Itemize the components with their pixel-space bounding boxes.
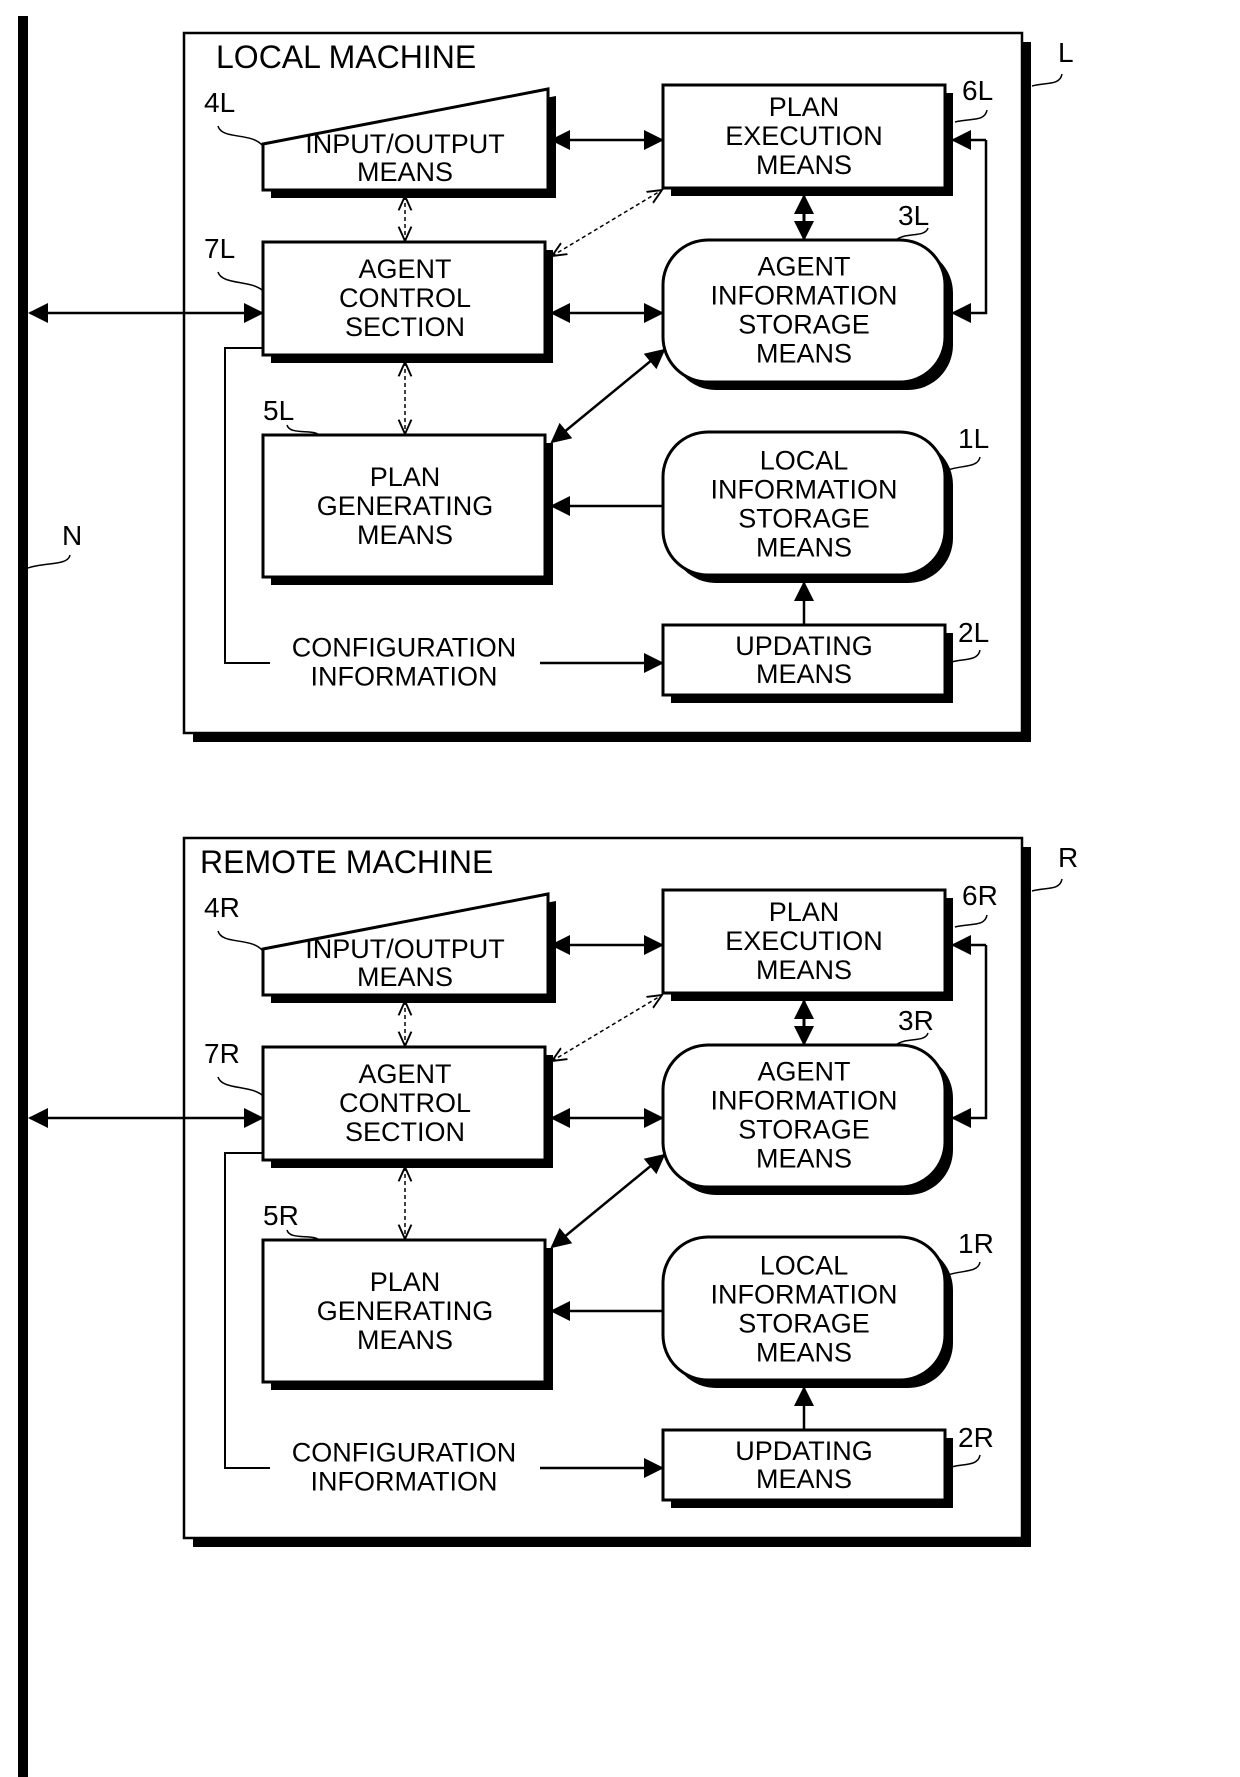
updating-label-line: MEANS: [756, 1464, 852, 1494]
updating-ref-label: 2L: [958, 617, 989, 648]
plangen-label-line: GENERATING: [317, 1296, 494, 1326]
control-label-line: AGENT: [358, 254, 451, 284]
exec-ref-label: 6R: [962, 880, 998, 911]
agentinfo-label-line: STORAGE: [738, 1115, 870, 1145]
control-label-line: CONTROL: [339, 1088, 471, 1118]
updating-label-line: UPDATING: [735, 1436, 873, 1466]
plangen-ref-label: 5L: [263, 395, 294, 426]
agentinfo-label-line: STORAGE: [738, 310, 870, 340]
plangen-label-line: PLAN: [370, 462, 441, 492]
system-diagram: N LOCAL MACHINE LINPUT/OUTPUTMEANS4L PLANE…: [18, 16, 1078, 1777]
io-label-line: INPUT/OUTPUT: [305, 129, 505, 159]
control-label-line: CONTROL: [339, 283, 471, 313]
machine-title: LOCAL MACHINE: [216, 39, 476, 75]
io-label-line: MEANS: [357, 157, 453, 187]
machine-local: LOCAL MACHINE LINPUT/OUTPUTMEANS4L PLANEXE…: [28, 31, 1074, 742]
machine-ref-label: R: [1058, 842, 1078, 873]
exec-label-line: MEANS: [756, 955, 852, 985]
config-info-label-line: CONFIGURATION: [292, 633, 517, 663]
io-label-line: INPUT/OUTPUT: [305, 934, 505, 964]
control-label-line: AGENT: [358, 1059, 451, 1089]
machine-ref-label: L: [1058, 37, 1074, 68]
exec-label-line: PLAN: [769, 92, 840, 122]
plangen-label-line: GENERATING: [317, 491, 494, 521]
machine-remote: REMOTE MACHINE RINPUT/OUTPUTMEANS4R PLANEX…: [28, 836, 1078, 1547]
exec-label-line: MEANS: [756, 150, 852, 180]
localinfo-ref-label: 1L: [958, 423, 989, 454]
localinfo-label-line: LOCAL: [760, 446, 849, 476]
localinfo-label-line: MEANS: [756, 1338, 852, 1368]
control-ref-label: 7L: [204, 233, 235, 264]
io-ref-label: 4R: [204, 892, 240, 923]
network-ref-label: N: [62, 520, 82, 551]
agentinfo-label-line: MEANS: [756, 339, 852, 369]
agentinfo-label-line: AGENT: [757, 1057, 850, 1087]
network-ref-leader: [27, 554, 71, 569]
machine-ref-label-leader: [1031, 878, 1063, 892]
control-label-line: SECTION: [345, 1117, 465, 1147]
io-ref-label: 4L: [204, 87, 235, 118]
config-info-label-line: CONFIGURATION: [292, 1438, 517, 1468]
exec-label-line: EXECUTION: [725, 926, 883, 956]
exec-ref-label: 6L: [962, 75, 993, 106]
machine-title: REMOTE MACHINE: [200, 844, 493, 880]
updating-ref-label: 2R: [958, 1422, 994, 1453]
plangen-ref-label: 5R: [263, 1200, 299, 1231]
plangen-label-line: MEANS: [357, 520, 453, 550]
machine-ref-label-leader: [1031, 73, 1063, 87]
plangen-label-line: MEANS: [357, 1325, 453, 1355]
agentinfo-label-line: INFORMATION: [711, 1086, 898, 1116]
io-label-line: MEANS: [357, 962, 453, 992]
config-info-label-line: INFORMATION: [311, 1467, 498, 1497]
localinfo-label-line: STORAGE: [738, 1309, 870, 1339]
agentinfo-ref-label: 3L: [898, 200, 929, 231]
control-ref-label: 7R: [204, 1038, 240, 1069]
localinfo-label-line: STORAGE: [738, 504, 870, 534]
updating-label-line: UPDATING: [735, 631, 873, 661]
localinfo-label-line: LOCAL: [760, 1251, 849, 1281]
agentinfo-label-line: AGENT: [757, 252, 850, 282]
agentinfo-ref-label: 3R: [898, 1005, 934, 1036]
localinfo-label-line: INFORMATION: [711, 1280, 898, 1310]
config-info-label-line: INFORMATION: [311, 662, 498, 692]
localinfo-label-line: MEANS: [756, 533, 852, 563]
localinfo-ref-label: 1R: [958, 1228, 994, 1259]
exec-label-line: PLAN: [769, 897, 840, 927]
updating-label-line: MEANS: [756, 659, 852, 689]
control-label-line: SECTION: [345, 312, 465, 342]
localinfo-label-line: INFORMATION: [711, 475, 898, 505]
agentinfo-label-line: INFORMATION: [711, 281, 898, 311]
exec-label-line: EXECUTION: [725, 121, 883, 151]
plangen-label-line: PLAN: [370, 1267, 441, 1297]
agentinfo-label-line: MEANS: [756, 1144, 852, 1174]
